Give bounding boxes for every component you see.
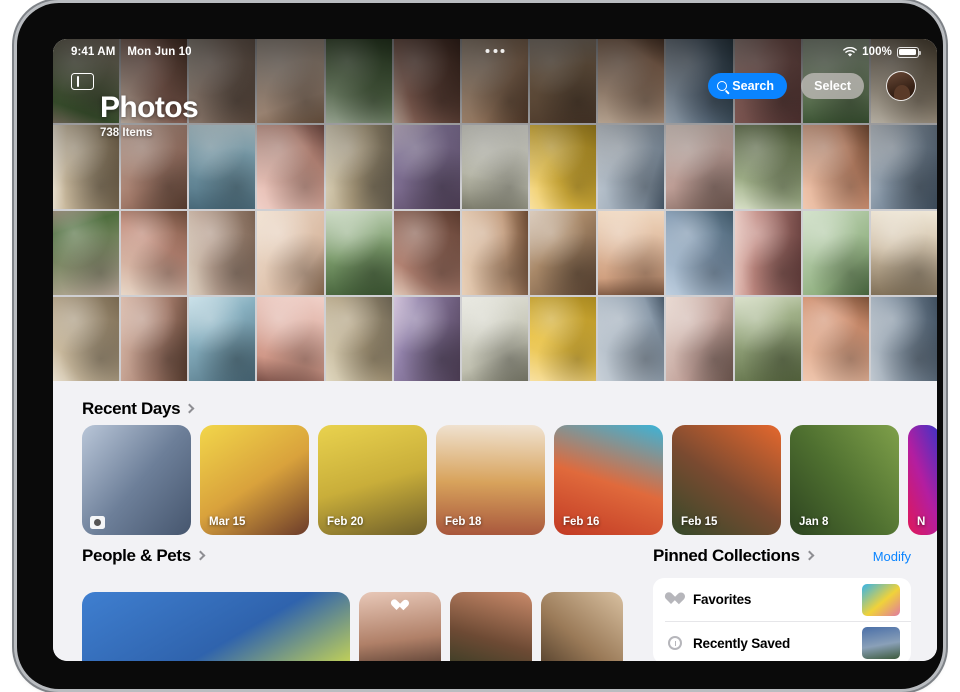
photo-thumbnail[interactable] [461, 211, 529, 295]
nav-overlay: Photos 738 Items Search Select [53, 65, 937, 175]
pinned-collection-row[interactable]: Recently Saved [665, 621, 911, 661]
page-title: Photos [100, 91, 199, 124]
photo-thumbnail[interactable] [734, 297, 801, 381]
recent-days-carousel[interactable]: Mar 15 Feb 20 Feb 18 Feb 16 Feb 15 Jan 8 N [82, 425, 937, 535]
photo-thumbnail[interactable] [53, 297, 120, 381]
search-icon [717, 81, 728, 91]
photo-thumbnail[interactable] [53, 211, 120, 295]
photo-thumbnail[interactable] [530, 211, 597, 295]
photo-thumbnail[interactable] [734, 211, 801, 295]
recent-day-card[interactable]: Feb 16 [554, 425, 663, 535]
photo-thumbnail[interactable] [666, 297, 733, 381]
recent-day-label: Feb 16 [563, 516, 600, 528]
select-button[interactable]: Select [801, 73, 864, 99]
status-bar-left: 9:41 AM Mon Jun 10 [71, 46, 192, 58]
photo-thumbnail[interactable] [666, 211, 733, 295]
recent-day-card[interactable] [82, 425, 191, 535]
pinned-collection-label: Favorites [693, 592, 752, 607]
photo-thumbnail[interactable] [393, 211, 460, 295]
photo-thumbnail[interactable] [870, 211, 937, 295]
clock-icon [665, 636, 684, 650]
photo-thumbnail[interactable] [257, 297, 324, 381]
pinned-collections-list: Favorites Recently Saved [653, 578, 911, 661]
recent-day-label: N [917, 516, 926, 528]
heart-icon [665, 593, 684, 607]
recent-day-label: Feb 20 [327, 516, 364, 528]
recent-day-label: Feb 18 [445, 516, 482, 528]
person-card[interactable] [82, 592, 350, 661]
status-date: Mon Jun 10 [127, 46, 192, 58]
ipad-device-frame: 9:41 AM Mon Jun 10 100% Photos 738 Items [17, 3, 943, 689]
people-pets-carousel[interactable]: SelenaRoseTobi [82, 592, 623, 661]
avatar[interactable] [886, 71, 916, 101]
photo-thumbnail[interactable] [598, 211, 665, 295]
recent-day-label: Mar 15 [209, 516, 246, 528]
recent-day-card[interactable]: Jan 8 [790, 425, 899, 535]
modify-button[interactable]: Modify [873, 549, 911, 564]
photo-thumbnail[interactable] [325, 211, 392, 295]
recent-day-card[interactable]: N [908, 425, 937, 535]
pinned-collections-title: Pinned Collections [653, 546, 800, 565]
chevron-right-icon [195, 550, 206, 561]
search-button[interactable]: Search [708, 73, 787, 99]
pinned-collection-label: Recently Saved [693, 635, 790, 651]
status-time: 9:41 AM [71, 46, 116, 58]
wifi-icon [843, 46, 857, 57]
photo-thumbnail[interactable] [802, 211, 869, 295]
photo-thumbnail[interactable] [393, 297, 460, 381]
pinned-collections-header: Pinned Collections Modify [653, 546, 911, 566]
select-button-label: Select [814, 79, 851, 93]
recent-days-header[interactable]: Recent Days [82, 399, 937, 419]
pinned-collection-row[interactable]: Favorites [653, 578, 911, 621]
photo-thumbnail[interactable] [802, 297, 869, 381]
person-card[interactable]: Tobi [541, 592, 623, 661]
photo-thumbnail[interactable] [598, 297, 665, 381]
more-options-icon[interactable] [485, 49, 505, 53]
content-sheet: Recent Days Mar 15 Feb 20 Feb 18 Feb 16 Feb … [53, 381, 937, 661]
pinned-collection-thumbnail [862, 583, 900, 616]
recent-day-card[interactable]: Feb 18 [436, 425, 545, 535]
photo-thumbnail[interactable] [121, 211, 188, 295]
chevron-right-icon [804, 550, 815, 561]
person-card[interactable]: Selena [359, 592, 441, 661]
clock-icon-glyph [667, 636, 682, 650]
recent-days-title: Recent Days [82, 399, 181, 418]
pinned-collection-thumbnail [862, 627, 900, 659]
screen: 9:41 AM Mon Jun 10 100% Photos 738 Items [53, 39, 937, 661]
search-button-label: Search [732, 79, 774, 93]
people-pets-header[interactable]: People & Pets [82, 546, 607, 566]
recent-day-label: Feb 15 [681, 516, 718, 528]
recent-day-card[interactable]: Feb 20 [318, 425, 427, 535]
photo-thumbnail[interactable] [461, 297, 529, 381]
photo-thumbnail[interactable] [870, 297, 937, 381]
heart-icon-glyph [667, 593, 682, 607]
status-bar-right: 100% [843, 46, 921, 58]
recent-days-section: Recent Days Mar 15 Feb 20 Feb 18 Feb 16 Feb … [53, 381, 937, 535]
screenshot-badge-icon [90, 516, 105, 529]
recent-day-card[interactable]: Mar 15 [200, 425, 309, 535]
sidebar-toggle-icon[interactable] [71, 73, 94, 90]
recent-day-label: Jan 8 [799, 516, 829, 528]
photo-thumbnail[interactable] [189, 297, 256, 381]
battery-percent: 100% [862, 46, 892, 58]
chevron-right-icon [184, 403, 195, 414]
photo-thumbnail[interactable] [325, 297, 392, 381]
item-count-label: 738 Items [100, 127, 153, 139]
people-pets-section: People & Pets SelenaRoseTobi [82, 546, 623, 661]
person-card[interactable]: Rose [450, 592, 532, 661]
people-pets-title: People & Pets [82, 546, 191, 565]
recent-day-card[interactable]: Feb 15 [672, 425, 781, 535]
photo-thumbnail[interactable] [121, 297, 188, 381]
photo-thumbnail[interactable] [530, 297, 597, 381]
heart-icon [394, 600, 407, 612]
battery-icon [897, 46, 921, 58]
photo-thumbnail[interactable] [257, 211, 324, 295]
pinned-collections-section: Pinned Collections Modify Favorites Recen… [653, 546, 911, 661]
photo-thumbnail[interactable] [189, 211, 256, 295]
